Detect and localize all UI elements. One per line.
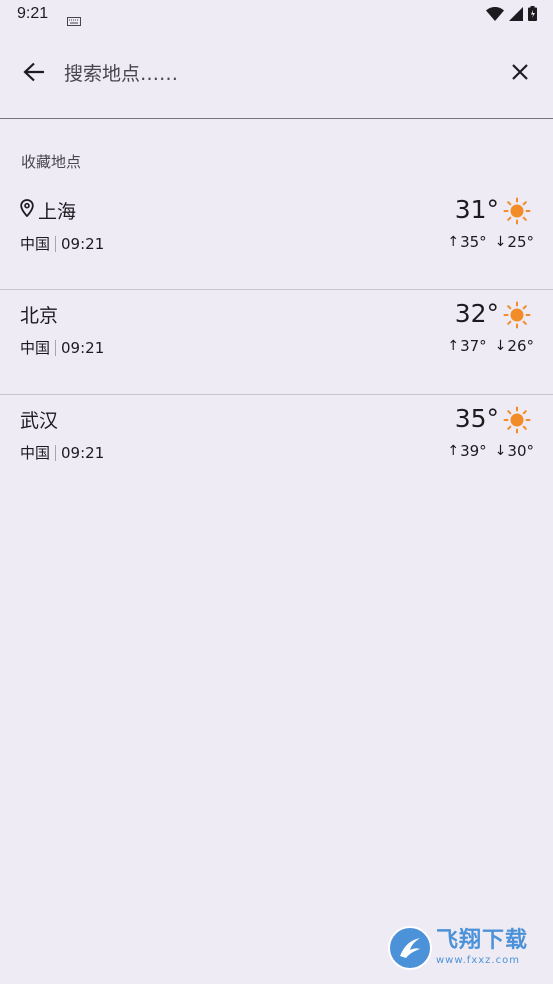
wifi-icon [486,6,504,25]
low-temperature: 30° [507,442,534,460]
location-meta: 中国 09:21 [20,233,104,254]
temperature-range: ↑ 35° ↓ 25° [447,233,534,251]
status-icons [486,6,537,25]
search-bar [0,38,553,110]
sun-icon [503,301,531,333]
low-temperature: 25° [507,233,534,251]
location-meta: 中国 09:21 [20,442,104,463]
low-temperature: 26° [507,337,534,355]
keyboard-icon [67,11,81,30]
arrow-down-icon: ↓ [494,338,507,354]
location-meta: 中国 09:21 [20,337,104,358]
arrow-down-icon: ↓ [494,234,507,250]
location-time: 09:21 [61,443,105,462]
meta-separator [55,235,57,252]
location-item[interactable]: 上海 中国 09:21 31° ↑ 35° ↓ 25° [0,186,553,290]
arrow-back-icon [23,62,45,86]
signal-icon [509,6,523,25]
sun-icon [503,197,531,229]
meta-separator [55,444,57,461]
current-temperature: 35° [454,404,499,433]
location-name: 武汉 [20,410,59,432]
location-name-row: 武汉 [20,406,58,433]
high-temperature: 35° [460,233,487,251]
watermark-title: 飞翔下载 [436,928,529,953]
location-time: 09:21 [61,234,105,253]
clear-button[interactable] [500,54,540,94]
close-icon [511,63,529,85]
battery-icon [528,6,537,25]
watermark-url: www.fxxz.com [436,955,520,966]
current-temperature: 31° [454,195,499,224]
status-time: 9:21 [17,5,49,22]
search-divider [0,118,553,119]
location-pin-icon [20,199,34,222]
arrow-up-icon: ↑ [447,338,460,354]
location-name: 上海 [38,201,77,223]
arrow-up-icon: ↑ [447,443,460,459]
search-input[interactable] [64,58,484,90]
watermark-text: 飞翔下载 www.fxxz.com [436,930,528,966]
back-button[interactable] [14,54,54,94]
arrow-down-icon: ↓ [494,443,507,459]
favorite-locations-list: 上海 中国 09:21 31° ↑ 35° ↓ 25° 北京 中国 09:21 … [0,186,553,500]
watermark-logo-icon [388,926,432,970]
location-time: 09:21 [61,338,105,357]
location-name: 北京 [20,305,59,327]
location-name-row: 上海 [20,197,76,224]
high-temperature: 39° [460,442,487,460]
current-temperature: 32° [454,299,499,328]
location-name-row: 北京 [20,301,58,328]
high-temperature: 37° [460,337,487,355]
watermark: 飞翔下载 www.fxxz.com [388,924,542,972]
arrow-up-icon: ↑ [447,234,460,250]
status-bar: 9:21 [0,0,553,32]
section-header: 收藏地点 [21,153,82,171]
location-country: 中国 [20,444,51,462]
location-country: 中国 [20,339,51,357]
temperature-range: ↑ 37° ↓ 26° [447,337,534,355]
sun-icon [503,406,531,438]
location-item[interactable]: 北京 中国 09:21 32° ↑ 37° ↓ 26° [0,290,553,395]
temperature-range: ↑ 39° ↓ 30° [447,442,534,460]
meta-separator [55,339,57,356]
location-item[interactable]: 武汉 中国 09:21 35° ↑ 39° ↓ 30° [0,395,553,500]
location-country: 中国 [20,235,51,253]
